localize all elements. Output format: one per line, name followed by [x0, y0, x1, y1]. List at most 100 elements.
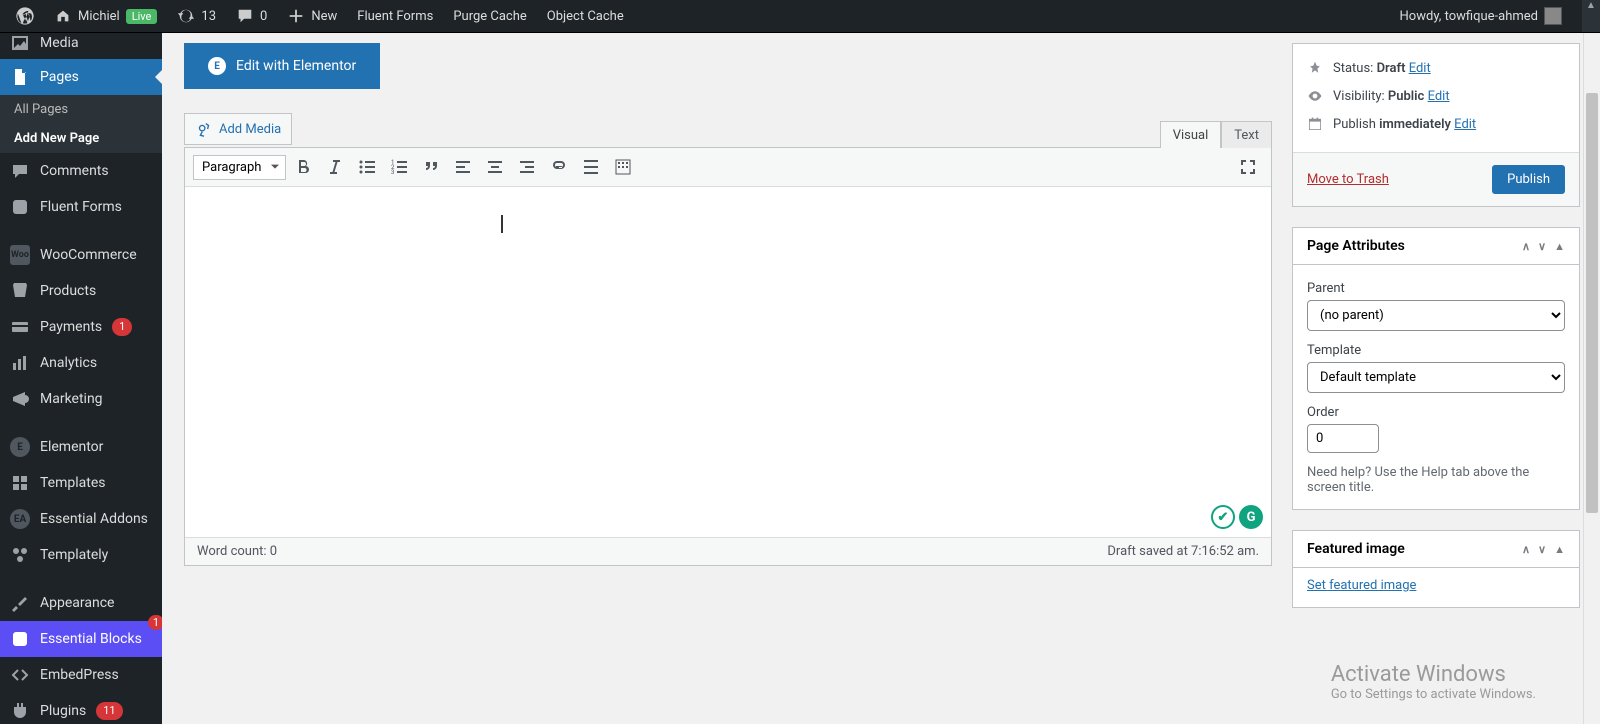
site-name-menu[interactable]: Michiel Live: [48, 7, 163, 25]
quote-button[interactable]: [416, 152, 446, 182]
woo-icon: Woo: [10, 245, 30, 265]
draft-saved-text: Draft saved at 7:16:52 am.: [1107, 544, 1259, 559]
publish-button[interactable]: Publish: [1492, 165, 1565, 194]
content-editor[interactable]: ✔ G: [185, 187, 1271, 537]
menu-item-payments[interactable]: Payments1: [0, 309, 162, 345]
menu-item-fluent-forms[interactable]: Fluent Forms: [0, 189, 162, 225]
menu-item-templates[interactable]: Templates: [0, 465, 162, 501]
panel-down-icon[interactable]: ∨: [1538, 543, 1546, 556]
eye-icon: [1307, 88, 1323, 104]
menu-item-elementor[interactable]: EElementor: [0, 429, 162, 465]
adminbar-scroll-up[interactable]: ▲: [1582, 0, 1600, 32]
panel-up-icon[interactable]: ∧: [1522, 240, 1530, 253]
ol-button[interactable]: 123: [384, 152, 414, 182]
media-add-icon: [195, 120, 213, 138]
admin-toolbar: Michiel Live 13 0 New Fluent Forms Purge…: [0, 0, 1600, 33]
align-right-button[interactable]: [512, 152, 542, 182]
menu-item-products[interactable]: Products: [0, 273, 162, 309]
order-input[interactable]: [1307, 424, 1379, 453]
edit-date-link[interactable]: Edit: [1454, 117, 1476, 132]
bold-button[interactable]: [288, 152, 318, 182]
comments-menu[interactable]: 0: [230, 7, 273, 25]
sub-item-all-pages[interactable]: All Pages: [0, 95, 162, 124]
visibility-row: Visibility: Public Edit: [1307, 82, 1565, 110]
menu-item-media[interactable]: Media: [0, 33, 162, 59]
submenu-pages: All Pages Add New Page: [0, 95, 162, 153]
align-left-button[interactable]: [448, 152, 478, 182]
link-button[interactable]: [544, 152, 574, 182]
update-icon: [177, 7, 195, 25]
updates-menu[interactable]: 13: [171, 7, 222, 25]
publish-box: Status: Draft Edit Visibility: Public Ed…: [1292, 43, 1580, 207]
menu-item-pages[interactable]: Pages: [0, 59, 162, 95]
panel-toggle-icon[interactable]: ▲: [1554, 543, 1565, 556]
fullscreen-button[interactable]: [1233, 152, 1263, 182]
sub-item-add-new-page[interactable]: Add New Page: [0, 124, 162, 153]
elementor-icon: E: [10, 437, 30, 457]
live-badge: Live: [126, 9, 158, 24]
templates-icon: [10, 473, 30, 493]
tab-text[interactable]: Text: [1221, 121, 1272, 149]
menu-item-embedpress[interactable]: EmbedPress: [0, 657, 162, 693]
panel-toggle-icon[interactable]: ▲: [1554, 240, 1565, 253]
site-name: Michiel: [78, 9, 120, 24]
italic-button[interactable]: [320, 152, 350, 182]
menu-item-marketing[interactable]: Marketing: [0, 381, 162, 417]
grammarly-widget: ✔ G: [1211, 505, 1263, 529]
menu-item-comments[interactable]: Comments: [0, 153, 162, 189]
help-text: Need help? Use the Help tab above the sc…: [1307, 465, 1565, 495]
marketing-icon: [10, 389, 30, 409]
menu-item-plugins[interactable]: Plugins11: [0, 693, 162, 724]
adminbar-link-fluent-forms[interactable]: Fluent Forms: [351, 9, 439, 24]
panel-up-icon[interactable]: ∧: [1522, 543, 1530, 556]
howdy-text: Howdy, towfique-ahmed: [1400, 9, 1538, 24]
page-scrollbar[interactable]: [1583, 33, 1600, 724]
updates-count: 13: [201, 9, 216, 24]
word-count: Word count: 0: [197, 544, 277, 559]
edit-visibility-link[interactable]: Edit: [1428, 89, 1450, 104]
wp-logo-menu[interactable]: [10, 7, 40, 25]
admin-menu: Media Pages All Pages Add New Page Comme…: [0, 33, 162, 724]
home-icon: [54, 7, 72, 25]
readmore-button[interactable]: [576, 152, 606, 182]
parent-select[interactable]: (no parent): [1307, 300, 1565, 331]
parent-label: Parent: [1307, 281, 1565, 296]
order-label: Order: [1307, 405, 1565, 420]
my-account-menu[interactable]: Howdy, towfique-ahmed: [1394, 7, 1568, 25]
menu-item-templately[interactable]: Templately: [0, 537, 162, 573]
format-select[interactable]: Paragraph: [193, 155, 286, 180]
toolbar-toggle-button[interactable]: [608, 152, 638, 182]
forms-icon: [10, 197, 30, 217]
tab-visual[interactable]: Visual: [1160, 121, 1222, 150]
adminbar-link-object-cache[interactable]: Object Cache: [541, 9, 630, 24]
payments-badge: 1: [112, 318, 132, 335]
panel-down-icon[interactable]: ∨: [1538, 240, 1546, 253]
menu-item-analytics[interactable]: Analytics: [0, 345, 162, 381]
editor-status-bar: Word count: 0 Draft saved at 7:16:52 am.: [185, 537, 1271, 565]
template-label: Template: [1307, 343, 1565, 358]
adminbar-link-purge-cache[interactable]: Purge Cache: [447, 9, 532, 24]
edit-status-link[interactable]: Edit: [1409, 61, 1431, 76]
edit-with-elementor-button[interactable]: E Edit with Elementor: [184, 43, 380, 89]
templately-icon: [10, 545, 30, 565]
grammarly-icon-outline[interactable]: ✔: [1211, 505, 1235, 529]
add-media-button[interactable]: Add Media: [184, 113, 292, 145]
set-featured-image-link[interactable]: Set featured image: [1307, 578, 1416, 593]
ul-button[interactable]: [352, 152, 382, 182]
elementor-logo-icon: E: [208, 57, 226, 75]
grammarly-icon-fill[interactable]: G: [1239, 505, 1263, 529]
menu-item-essential-addons[interactable]: EAEssential Addons: [0, 501, 162, 537]
avatar: [1544, 7, 1562, 25]
menu-item-woocommerce[interactable]: WooWooCommerce: [0, 237, 162, 273]
products-icon: [10, 281, 30, 301]
editor-toolbar: Paragraph 123: [185, 148, 1271, 187]
new-content-menu[interactable]: New: [281, 7, 343, 25]
template-select[interactable]: Default template: [1307, 362, 1565, 393]
menu-item-appearance[interactable]: Appearance: [0, 585, 162, 621]
new-label: New: [311, 9, 337, 24]
media-icon: [10, 33, 30, 53]
scrollbar-thumb[interactable]: [1586, 93, 1598, 513]
move-to-trash-link[interactable]: Move to Trash: [1307, 172, 1389, 187]
align-center-button[interactable]: [480, 152, 510, 182]
menu-item-essential-blocks[interactable]: Essential Blocks1: [0, 621, 162, 657]
